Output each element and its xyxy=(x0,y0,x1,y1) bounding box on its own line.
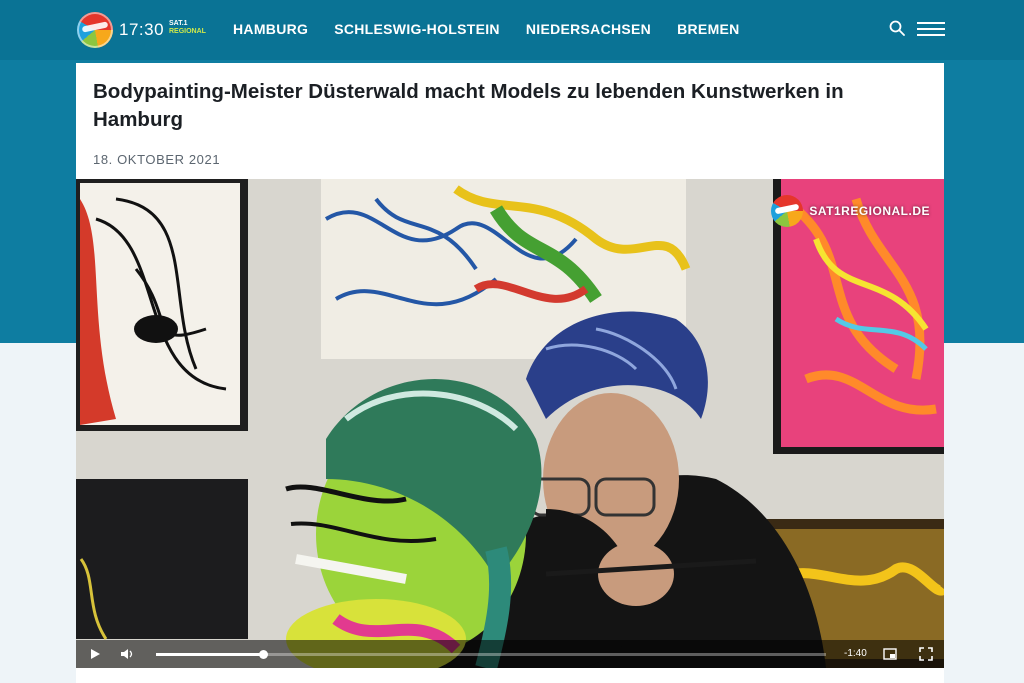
main-nav: HAMBURG SCHLESWIG-HOLSTEIN NIEDERSACHSEN… xyxy=(233,21,740,37)
video-controls-bar: -1:40 xyxy=(76,640,944,668)
article-headline: Bodypainting-Meister Düsterwald macht Mo… xyxy=(93,80,844,131)
video-time-remaining: -1:40 xyxy=(844,648,867,659)
picture-in-picture-icon[interactable] xyxy=(883,647,897,661)
nav-item-hamburg[interactable]: HAMBURG xyxy=(233,21,308,37)
nav-item-schleswig-holstein[interactable]: SCHLESWIG-HOLSTEIN xyxy=(334,21,500,37)
article-header-card: Bodypainting-Meister Düsterwald macht Mo… xyxy=(76,63,944,179)
logo-sat-text: SAT.1 xyxy=(169,20,188,27)
video-player[interactable]: SAT1REGIONAL.DE -1:40 xyxy=(76,179,944,668)
volume-icon[interactable] xyxy=(120,647,134,661)
video-progress-handle[interactable] xyxy=(259,650,269,659)
site-header: 17:30 SAT.1 REGIONAL HAMBURG SCHLESWIG-H… xyxy=(0,0,1024,60)
logo-sat-label[interactable]: SAT.1 REGIONAL xyxy=(169,20,206,36)
logo-time[interactable]: 17:30 xyxy=(119,20,164,40)
hamburger-menu-icon[interactable] xyxy=(917,22,945,36)
fullscreen-icon[interactable] xyxy=(919,647,933,661)
nav-item-bremen[interactable]: BREMEN xyxy=(677,21,739,37)
sat1-regional-logo-icon xyxy=(771,195,804,227)
play-icon[interactable] xyxy=(88,647,102,661)
sat1-logo-icon[interactable] xyxy=(77,12,113,48)
channel-watermark: SAT1REGIONAL.DE xyxy=(771,195,930,227)
video-frame-image xyxy=(76,179,944,668)
search-icon[interactable] xyxy=(889,20,905,36)
article-body-start xyxy=(76,668,944,683)
video-progress-bar[interactable] xyxy=(156,650,826,659)
nav-item-niedersachsen[interactable]: NIEDERSACHSEN xyxy=(526,21,651,37)
article-date: 18. OKTOBER 2021 xyxy=(93,152,221,167)
watermark-text: SAT1REGIONAL.DE xyxy=(809,204,930,218)
video-progress-fill xyxy=(156,653,264,656)
logo-regional-text: REGIONAL xyxy=(169,28,206,35)
